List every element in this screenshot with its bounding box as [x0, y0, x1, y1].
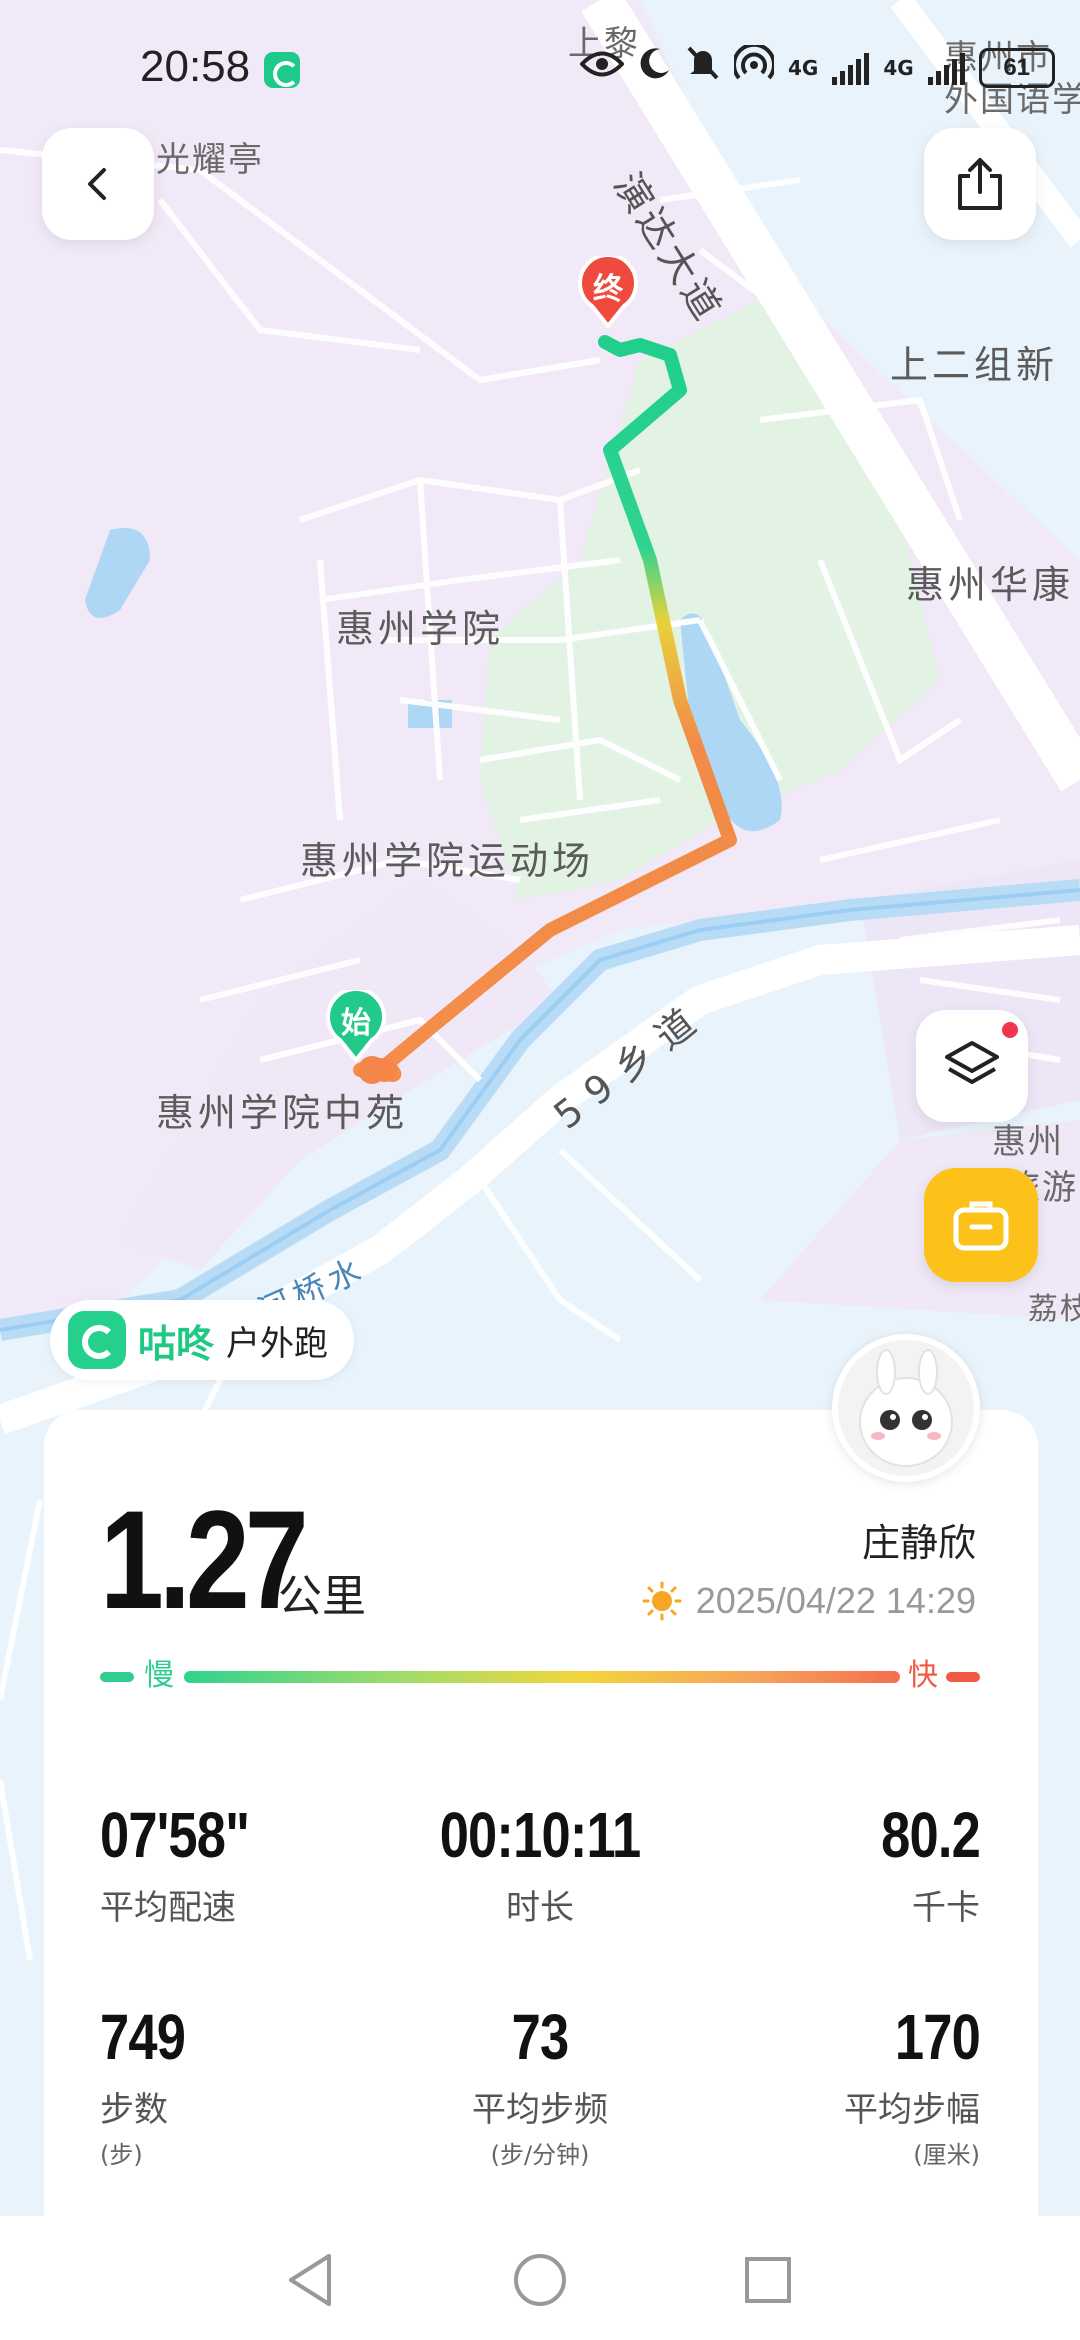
circle-home-icon [514, 2254, 566, 2306]
triangle-back-icon [289, 2254, 331, 2306]
moon-icon [638, 46, 672, 91]
nav-home-button[interactable] [510, 2250, 570, 2310]
calories-value: 80.2 [881, 1799, 981, 1871]
layers-icon [945, 1041, 999, 1084]
duration-value: 00:10:11 [439, 1799, 641, 1871]
map-label-huizhou-huakang: 惠州华康 [906, 563, 1075, 607]
duration-label: 时长 [506, 1888, 574, 1928]
pace-slow-dash [100, 1672, 134, 1682]
cadence-value: 73 [511, 2001, 570, 2073]
start-marker[interactable]: 始 [326, 987, 386, 1064]
sun-icon [642, 1581, 682, 1621]
codoon-logo-icon [68, 1311, 126, 1369]
share-icon [958, 158, 1002, 210]
nav-recents-button[interactable] [738, 2250, 798, 2310]
status-bar: 20:58 4G 4G 61 [0, 0, 1080, 140]
end-marker-label: 终 [593, 272, 623, 307]
network-type-2: 4G [883, 56, 914, 80]
avatar[interactable] [832, 1334, 980, 1482]
calories-label: 千卡 [912, 1888, 980, 1928]
map-layers-button[interactable] [916, 1010, 1028, 1122]
pace-legend: 慢 快 [100, 1656, 980, 1696]
status-icons: 4G 4G 61 [579, 42, 1055, 92]
activity-type: 户外跑 [226, 1323, 329, 1364]
brand-name: 咕咚 [138, 1321, 215, 1366]
end-marker[interactable]: 终 [578, 253, 638, 330]
steps-unit: (步) [100, 2141, 143, 2169]
signal-icon-1 [832, 51, 870, 85]
start-marker-label: 始 [341, 1006, 371, 1041]
username: 庄静欣 [861, 1521, 976, 1565]
mute-bell-icon [686, 45, 720, 92]
map-label-sports-field: 惠州学院运动场 [300, 839, 595, 883]
map-label-zhongyuan: 惠州学院中苑 [156, 1091, 409, 1135]
share-button[interactable] [924, 128, 1036, 240]
steps-label: 步数 [100, 2090, 168, 2130]
notification-dot [1002, 1022, 1018, 1038]
app-notification-icon [264, 52, 300, 88]
nav-back-button[interactable] [280, 2250, 340, 2310]
battery-icon: 61 [978, 48, 1055, 88]
system-nav-bar [0, 2216, 1080, 2340]
equipment-button[interactable] [924, 1168, 1038, 1282]
pace-gradient-bar [184, 1671, 900, 1683]
run-datetime: 2025/04/22 14:29 [695, 1580, 976, 1621]
avg-pace-value: 07'58" [100, 1799, 250, 1871]
steps-value: 749 [100, 2001, 186, 2073]
stride-value: 170 [894, 2001, 981, 2073]
distance-value: 1.27 [100, 1481, 309, 1638]
stride-label: 平均步幅 [844, 2090, 980, 2130]
network-type-1: 4G [788, 56, 819, 80]
map-label-shangerzu: 上二组新 [890, 343, 1059, 387]
hotspot-icon [732, 42, 776, 92]
avg-pace-label: 平均配速 [100, 1888, 236, 1928]
pace-slow-label: 慢 [144, 1658, 174, 1693]
pace-fast-label: 快 [908, 1658, 938, 1693]
map-label-huizhou-xueyuan: 惠州学院 [336, 607, 505, 651]
weather-date-row: 2025/04/22 14:29 [642, 1580, 976, 1622]
stride-unit: (厘米) [913, 2141, 980, 2169]
eye-icon [579, 46, 625, 90]
status-time: 20:58 [140, 42, 251, 91]
signal-icon-2 [927, 51, 965, 85]
chevron-left-icon [88, 168, 106, 200]
map-label-lizhi: 荔枝 [1028, 1292, 1080, 1327]
pace-fast-dash [946, 1672, 980, 1682]
distance-unit: 公里 [278, 1571, 366, 1622]
brand-tag: 咕咚 户外跑 [50, 1300, 355, 1380]
square-recents-icon [745, 2257, 791, 2303]
cadence-label: 平均步频 [472, 2090, 608, 2130]
bag-icon [953, 1201, 1009, 1251]
cadence-unit: (步/分钟) [490, 2141, 590, 2169]
back-button[interactable] [42, 128, 154, 240]
